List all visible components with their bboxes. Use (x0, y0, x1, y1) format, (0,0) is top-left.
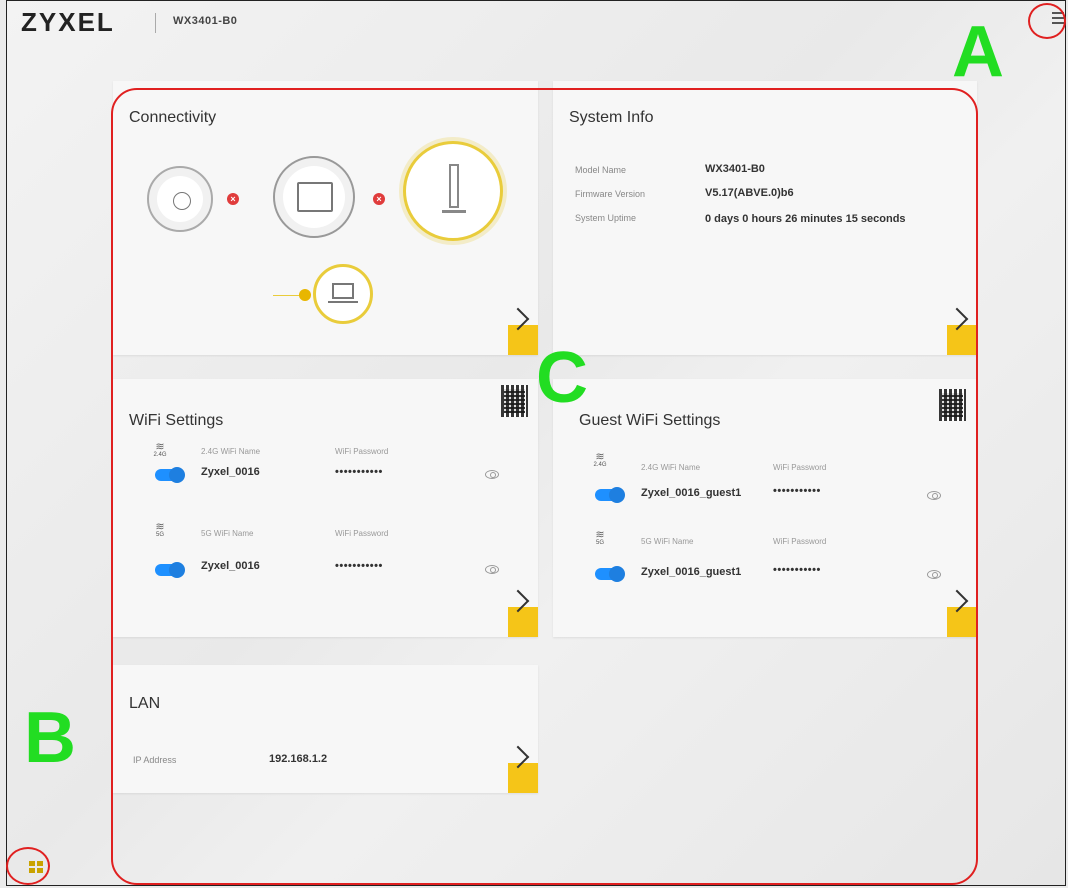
callout-label-c: C (536, 338, 588, 418)
top-bar: ZYXEL WX3401-B0 (7, 1, 1065, 47)
callout-circle-b (6, 847, 50, 885)
callout-outline-c (111, 88, 978, 885)
zyxel-logo: ZYXEL (21, 7, 115, 37)
callout-label-a: A (952, 12, 1004, 92)
callout-circle-a (1028, 3, 1066, 39)
model-name: WX3401-B0 (173, 15, 238, 27)
callout-label-b: B (24, 698, 76, 778)
logo-divider (155, 13, 156, 33)
